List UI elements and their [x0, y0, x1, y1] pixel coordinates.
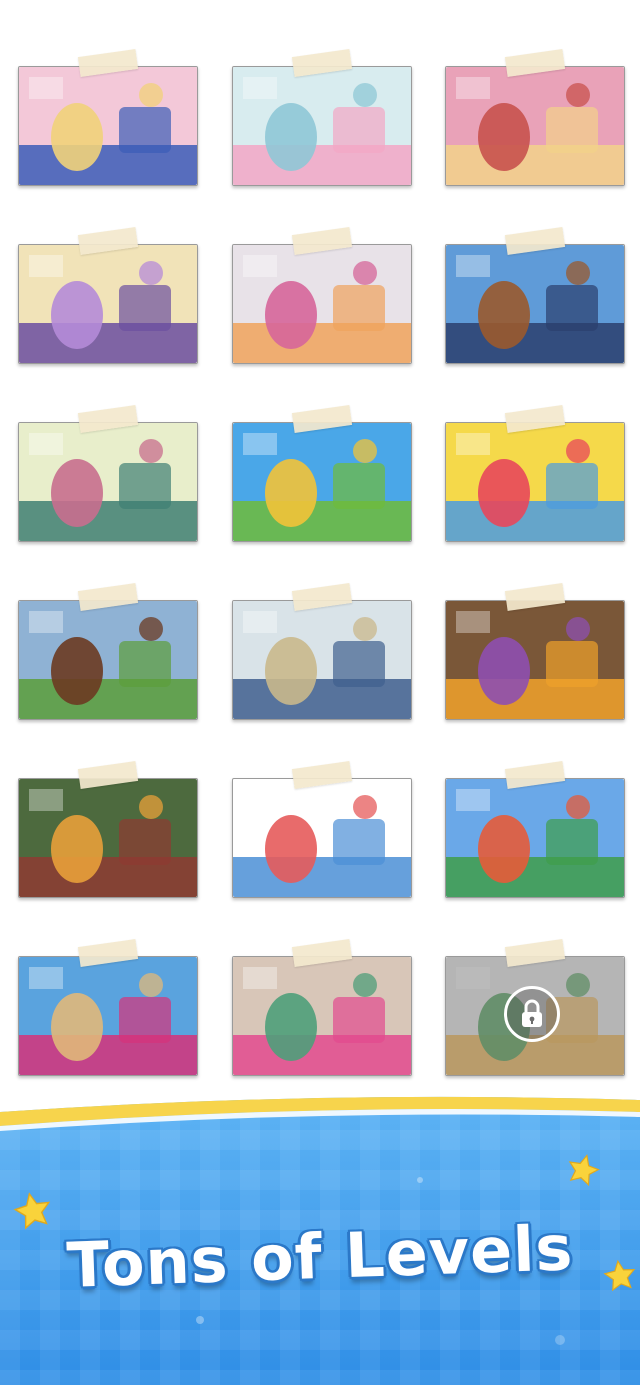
level-card-kitchen-sketch[interactable] — [445, 939, 625, 1076]
level-thumbnail — [19, 779, 197, 897]
level-thumbnail — [233, 779, 411, 897]
level-thumbnail — [233, 245, 411, 363]
level-card-living-room[interactable] — [18, 761, 198, 898]
level-thumbnail — [446, 67, 624, 185]
level-card-park-guell[interactable] — [445, 761, 625, 898]
level-card-kitchen[interactable] — [445, 49, 625, 186]
level-card-horses[interactable] — [18, 583, 198, 720]
level-thumbnail — [233, 67, 411, 185]
level-thumbnail — [233, 957, 411, 1075]
level-card-birthday-party[interactable] — [18, 49, 198, 186]
level-thumbnail — [446, 601, 624, 719]
level-thumbnail — [19, 245, 197, 363]
lock-icon — [504, 986, 560, 1042]
level-card-jungle[interactable] — [232, 405, 412, 542]
level-card-honey[interactable] — [445, 583, 625, 720]
level-card-cafe[interactable] — [232, 583, 412, 720]
level-thumbnail — [446, 245, 624, 363]
level-grid — [0, 0, 640, 1100]
level-card-havana-car[interactable] — [232, 939, 412, 1076]
star-icon — [13, 1192, 51, 1230]
level-card-playroom[interactable] — [18, 227, 198, 364]
level-card-animal-stamps[interactable] — [232, 761, 412, 898]
level-card-woody-car[interactable] — [445, 227, 625, 364]
level-thumbnail — [233, 601, 411, 719]
promo-banner: Tons of Levels — [0, 1090, 640, 1385]
level-thumbnail — [446, 423, 624, 541]
level-card-mediterranean[interactable] — [18, 939, 198, 1076]
star-icon — [568, 1154, 600, 1187]
level-thumbnail — [19, 67, 197, 185]
level-card-bathroom[interactable] — [232, 49, 412, 186]
level-thumbnail — [446, 779, 624, 897]
level-card-pop-art[interactable] — [445, 405, 625, 542]
level-card-woman-dog[interactable] — [18, 405, 198, 542]
level-thumbnail — [233, 423, 411, 541]
level-thumbnail — [19, 423, 197, 541]
level-thumbnail — [19, 957, 197, 1075]
level-thumbnail — [19, 601, 197, 719]
level-card-cat[interactable] — [232, 227, 412, 364]
